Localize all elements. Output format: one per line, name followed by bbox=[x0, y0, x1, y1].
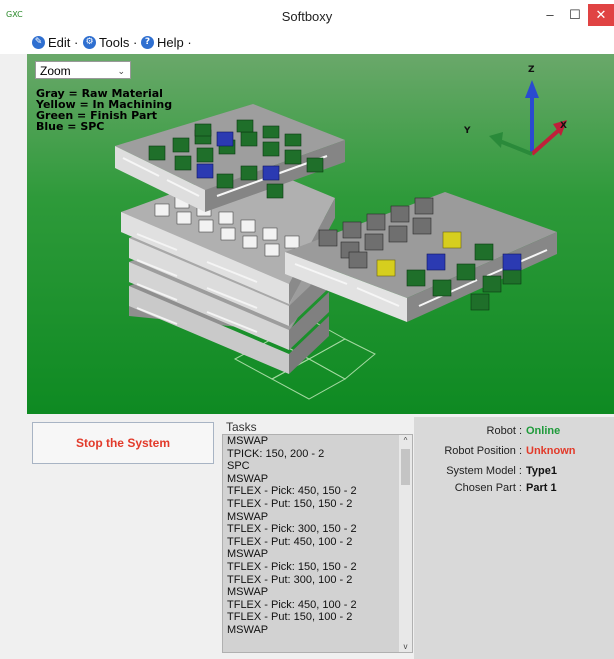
task-item[interactable]: SPC bbox=[223, 460, 412, 473]
menu-tools-label: Tools · bbox=[99, 35, 138, 50]
menu-help-label: Help · bbox=[157, 35, 192, 50]
maximize-button[interactable]: ☐ bbox=[565, 4, 585, 26]
task-item[interactable]: MSWAP bbox=[223, 511, 412, 524]
axis-y-label: Y bbox=[463, 126, 471, 136]
scroll-down-icon[interactable]: v bbox=[399, 642, 412, 651]
tasks-scrollbar[interactable]: ^ v bbox=[399, 435, 412, 652]
task-item[interactable]: TFLEX - Put: 450, 100 - 2 bbox=[223, 536, 412, 549]
menu-edit[interactable]: ✎ Edit · bbox=[32, 35, 78, 50]
menu-edit-label: Edit · bbox=[48, 35, 79, 50]
task-item[interactable]: MSWAP bbox=[223, 586, 412, 599]
stop-system-button[interactable]: Stop the System bbox=[32, 422, 214, 464]
task-item[interactable]: TFLEX - Pick: 300, 150 - 2 bbox=[223, 523, 412, 536]
scroll-up-icon[interactable]: ^ bbox=[399, 436, 412, 445]
help-circle-icon: ? bbox=[141, 36, 154, 49]
menu-bar: ✎ Edit · ⚙ Tools · ? Help · bbox=[0, 32, 614, 54]
task-item[interactable]: TFLEX - Pick: 450, 100 - 2 bbox=[223, 599, 412, 612]
tasks-label: Tasks bbox=[226, 420, 257, 434]
status-panel: Robot : Online Robot Position : Unknown … bbox=[414, 417, 614, 659]
axis-z-label: Z bbox=[528, 65, 535, 75]
task-item[interactable]: TFLEX - Put: 150, 150 - 2 bbox=[223, 498, 412, 511]
task-item[interactable]: TFLEX - Pick: 150, 150 - 2 bbox=[223, 561, 412, 574]
edit-circle-icon: ✎ bbox=[32, 36, 45, 49]
tasks-list[interactable]: MSWAP TPICK: 150, 200 - 2 SPC MSWAP TFLEX - … bbox=[222, 434, 413, 653]
tasks-items: MSWAP TPICK: 150, 200 - 2 SPC MSWAP TFLEX - … bbox=[223, 435, 412, 637]
menu-help[interactable]: ? Help · bbox=[141, 35, 192, 50]
tools-circle-icon: ⚙ bbox=[83, 36, 96, 49]
robot-label: Robot : bbox=[486, 425, 522, 437]
task-item[interactable]: TFLEX - Pick: 450, 150 - 2 bbox=[223, 485, 412, 498]
chosen-part-label: Chosen Part : bbox=[454, 482, 522, 494]
minimize-button[interactable]: – bbox=[540, 4, 560, 26]
task-item[interactable]: TFLEX - Put: 150, 100 - 2 bbox=[223, 611, 412, 624]
system-model-value: Type1 bbox=[526, 465, 557, 477]
axis-x-label: X bbox=[560, 121, 567, 131]
scroll-thumb[interactable] bbox=[401, 449, 410, 485]
zoom-dropdown[interactable]: Zoom ⌄ bbox=[35, 61, 131, 79]
robot-value: Online bbox=[526, 425, 561, 437]
title-bar: GXC Softboxy – ☐ ✕ bbox=[0, 0, 614, 32]
axis-gizmo: Z X Y bbox=[463, 65, 567, 156]
system-model-label: System Model : bbox=[446, 465, 522, 477]
close-button[interactable]: ✕ bbox=[588, 4, 614, 26]
chevron-down-icon: ⌄ bbox=[117, 66, 125, 76]
legend-spc: Blue = SPC bbox=[36, 120, 105, 133]
zoom-dropdown-value: Zoom bbox=[40, 64, 71, 78]
task-item[interactable]: MSWAP bbox=[223, 624, 412, 637]
robot-position-label: Robot Position : bbox=[444, 445, 522, 457]
chosen-part-value: Part 1 bbox=[526, 482, 557, 494]
task-item[interactable]: MSWAP bbox=[223, 473, 412, 486]
task-item[interactable]: TFLEX - Put: 300, 100 - 2 bbox=[223, 574, 412, 587]
task-item[interactable]: TPICK: 150, 200 - 2 bbox=[223, 448, 412, 461]
window-title: Softboxy bbox=[281, 9, 333, 24]
color-legend: Gray = Raw Material Yellow = In Machinin… bbox=[36, 88, 172, 132]
3d-viewport[interactable]: Z X Y Zoom ⌄ Gray = Raw Material Yellow … bbox=[27, 54, 614, 414]
robot-position-value: Unknown bbox=[526, 445, 576, 457]
menu-tools[interactable]: ⚙ Tools · bbox=[83, 35, 137, 50]
task-item[interactable]: MSWAP bbox=[223, 435, 412, 448]
task-item[interactable]: MSWAP bbox=[223, 548, 412, 561]
